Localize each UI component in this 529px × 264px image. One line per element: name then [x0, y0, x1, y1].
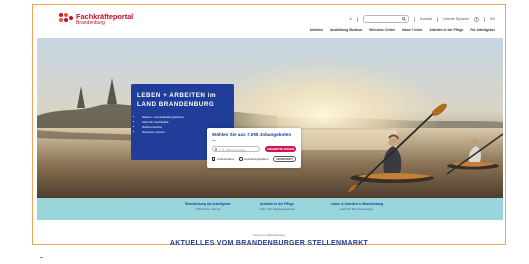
logo-mark-icon — [59, 13, 73, 25]
divider — [484, 16, 485, 22]
nav-item-news[interactable]: News + Infos — [402, 28, 422, 32]
teal-link-care[interactable]: Arbeiten in der Pflege Über 700 Stellena… — [242, 202, 312, 211]
hero-headline-line2: LAND BRANDENBURG — [137, 101, 215, 108]
browser-frame: Fachkräfteportal Brandenburg A Kontakt L… — [32, 4, 506, 245]
logo-subtitle: Brandenburg — [76, 19, 105, 26]
checkbox-jobs-label: Arbeitsplätze — [216, 157, 235, 161]
advanced-search-button[interactable]: ERWEITERT — [273, 156, 296, 162]
teal-link-band: Brandenburg als Arbeitgeber Öffentlicher… — [37, 198, 503, 220]
util-link-easy-language[interactable]: Leichte Sprache — [443, 17, 469, 21]
teal-link-title: Arbeiten in der Pflege — [259, 202, 295, 206]
job-search-title: Wählen Sie aus 7.095 Jobangeboten ... — [212, 132, 292, 142]
search-icon — [401, 16, 406, 21]
hero-headline-line1: LEBEN + ARBEITEN im — [137, 92, 217, 99]
easy-language-icon[interactable] — [474, 16, 479, 22]
radio-icon — [239, 157, 243, 161]
location-search-placeholder: z. B. Wohnortsuche — [219, 148, 246, 152]
nav-item-welcome-center[interactable]: Welcome Center — [369, 28, 395, 32]
hero-image-kayaking — [37, 38, 503, 198]
radio-apprenticeships-label: Ausbildungsplätze — [244, 157, 269, 161]
font-size-toggle[interactable]: A — [349, 17, 351, 21]
main-nav: Arbeiten Ausbildung Studium Welcome Cent… — [310, 28, 495, 32]
util-link-contact[interactable]: Kontakt — [420, 17, 432, 21]
teal-link-sub: auch für Berufseinsteiger — [340, 207, 374, 211]
divider — [356, 16, 358, 22]
decorative-dash — [40, 257, 43, 258]
teal-link-sub: Öffentlicher Dienst — [195, 207, 221, 211]
hero-banner: LEBEN + ARBEITEN im LAND BRANDENBURG Ste… — [37, 38, 503, 198]
nav-item-ausbildung[interactable]: Ausbildung Studium — [330, 28, 362, 32]
section-kicker: Karriere in Brandenburg — [252, 233, 286, 237]
teal-link-title: Brandenburg als Arbeitgeber — [185, 202, 231, 206]
checkbox-checked-icon: ✓ — [212, 157, 216, 162]
divider — [437, 16, 439, 22]
nav-item-arbeitgeber[interactable]: Für Arbeitgeber — [470, 28, 495, 32]
location-icon — [214, 148, 218, 151]
search-input[interactable] — [362, 15, 409, 23]
divider — [413, 16, 415, 22]
job-search-card: Wählen Sie aus 7.095 Jobangeboten ... z.… — [207, 128, 301, 168]
site-logo[interactable]: Fachkräfteportal Brandenburg — [59, 13, 133, 26]
section-headline: AKTUELLES VOM BRANDENBURGER STELLENMARKT — [169, 240, 369, 247]
checkbox-jobs[interactable]: ✓ Arbeitsplätze — [212, 157, 234, 161]
language-switch[interactable]: EN — [490, 17, 495, 21]
teal-link-living[interactable]: Leben & Arbeiten in Brandenburg auch für… — [322, 202, 392, 211]
radio-apprenticeships[interactable]: Ausbildungsplätze — [239, 157, 268, 161]
show-offers-button[interactable]: ANGEBOTE ZEIGEN — [265, 146, 296, 152]
teal-link-sub: Über 700 Stellenangebote — [259, 207, 295, 211]
teal-link-title: Leben & Arbeiten in Brandenburg — [330, 202, 384, 206]
nav-item-arbeiten[interactable]: Arbeiten — [310, 28, 323, 32]
teal-link-employer[interactable]: Brandenburg als Arbeitgeber Öffentlicher… — [173, 202, 243, 211]
utility-bar: A Kontakt Leichte Sprache EN — [349, 15, 495, 23]
location-search-input[interactable]: z. B. Wohnortsuche — [212, 146, 261, 152]
nav-item-pflege[interactable]: Arbeiten in der Pflege — [429, 28, 463, 32]
